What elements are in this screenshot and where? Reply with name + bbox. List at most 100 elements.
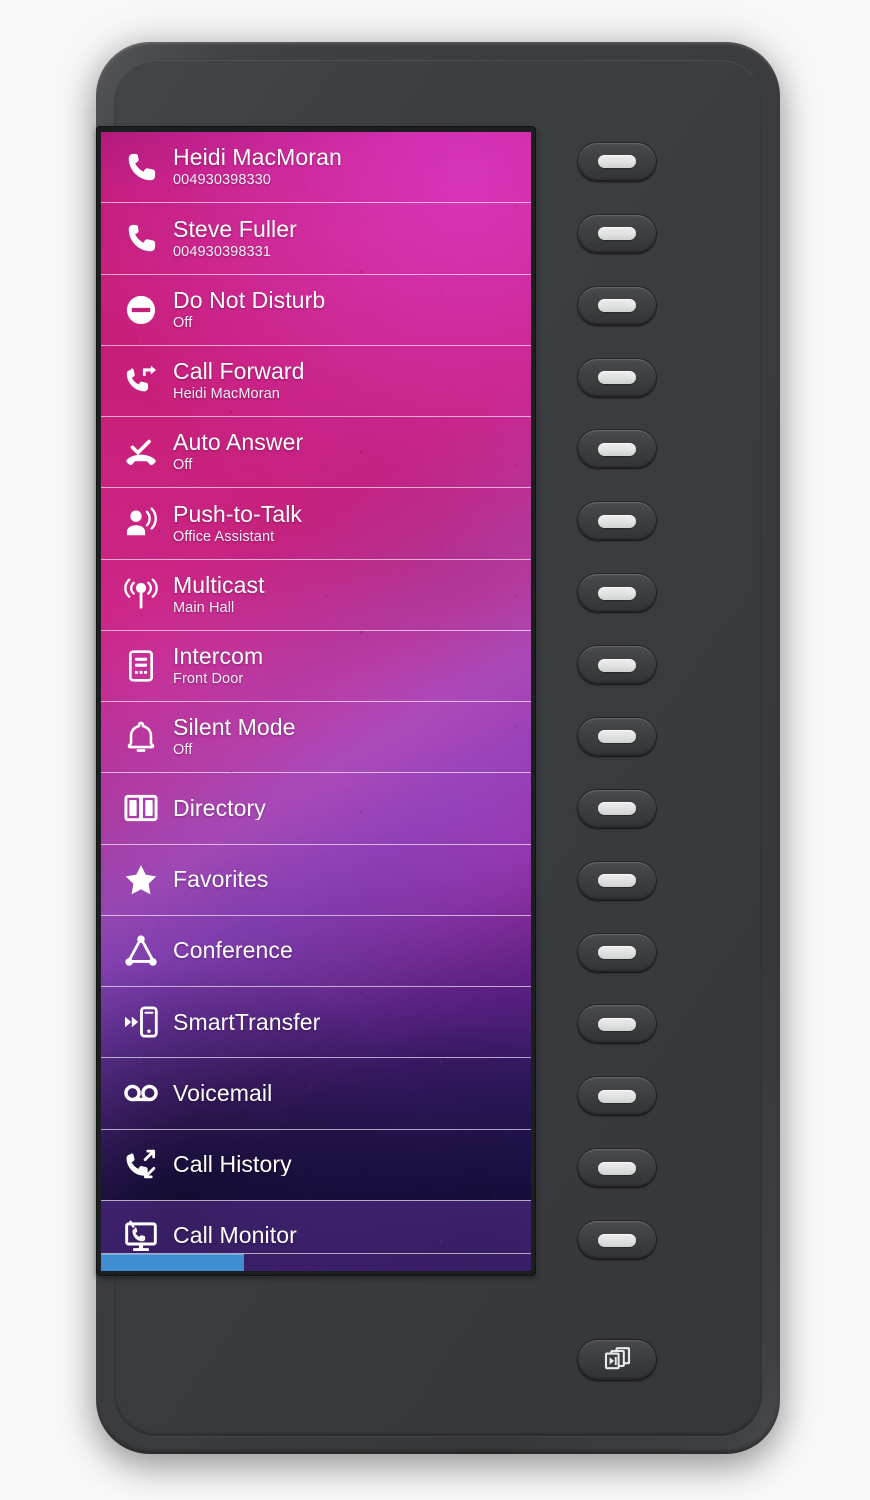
side-button[interactable] [578,358,656,397]
push-to-talk-icon [115,503,167,543]
function-key-row[interactable]: Voicemail [101,1057,531,1128]
function-key-row[interactable]: Intercom Front Door [101,629,531,701]
page-indicator-segment[interactable] [101,1254,245,1271]
side-button[interactable] [578,286,656,325]
function-key-row[interactable]: Steve Fuller 004930398331 [101,202,531,273]
function-key-title: Silent Mode [173,716,296,741]
page-indicator-segment[interactable] [388,1254,531,1271]
side-button-led-icon [598,514,636,528]
side-button[interactable] [578,1005,656,1044]
side-button[interactable] [578,1149,656,1188]
function-key-row[interactable]: Do Not Disturb Off [101,273,531,345]
side-button[interactable] [578,574,656,613]
side-button[interactable] [578,646,656,685]
side-button-led-icon [598,1161,636,1175]
function-key-subtitle: Off [173,457,193,473]
function-key-row[interactable]: Multicast Main Hall [101,558,531,630]
side-button[interactable] [578,214,656,253]
function-key-row[interactable]: Favorites [101,843,531,915]
intercom-icon [115,646,167,686]
function-key-row[interactable]: Call History [101,1128,531,1200]
function-key-title: Multicast [173,573,265,598]
favorites-icon [115,860,167,900]
function-key-text: Heidi MacMoran 004930398330 [173,146,342,188]
conference-icon [115,931,167,971]
function-key-text: Silent Mode Off [173,716,296,758]
side-button-led-icon [598,802,636,816]
side-button[interactable] [578,789,656,828]
side-button[interactable] [578,1221,656,1260]
function-key-title: Push-to-Talk [173,502,303,527]
side-button[interactable] [578,933,656,972]
function-key-title: Auto Answer [173,431,304,456]
function-key-text: Push-to-Talk Office Assistant [173,503,302,545]
side-button-led-icon [598,1017,636,1031]
function-key-title: Conference [173,939,293,963]
side-button[interactable] [578,430,656,469]
side-button-led-icon [598,299,636,313]
do-not-disturb-icon [115,290,167,330]
function-key-subtitle: 004930398331 [173,243,271,260]
function-key-subtitle: Off [173,742,193,758]
side-button[interactable] [578,1077,656,1116]
phone-icon [115,147,167,187]
function-key-text: Steve Fuller 004930398331 [173,218,297,260]
function-key-title: Call Monitor [173,1224,297,1248]
function-key-text: Intercom Front Door [173,645,263,687]
function-key-title: Do Not Disturb [173,288,326,313]
page-switch-icon [602,1345,632,1376]
side-button-led-icon [598,227,636,241]
side-button-led-icon [598,658,636,672]
function-key-title: Favorites [173,868,269,892]
function-key-row[interactable]: Heidi MacMoran 004930398330 [101,132,531,202]
function-key-subtitle: Heidi MacMoran [173,386,280,402]
function-key-row[interactable]: Call Forward Heidi MacMoran [101,344,531,416]
side-button-led-icon [598,1233,636,1247]
function-key-text: SmartTransfer [173,1011,320,1034]
function-key-text: Call History [173,1153,292,1176]
function-key-subtitle: Office Assistant [173,528,275,545]
page-indicator[interactable] [101,1253,531,1271]
side-button[interactable] [578,142,656,181]
function-key-row[interactable]: Conference [101,914,531,986]
function-key-title: SmartTransfer [173,1010,321,1034]
function-key-title: Steve Fuller [173,217,297,242]
function-key-text: Conference [173,939,293,962]
function-key-row[interactable]: Push-to-Talk Office Assistant [101,487,531,558]
lcd-screen[interactable]: Heidi MacMoran 004930398330 Steve Fuller 00… [101,132,531,1271]
side-button-led-icon [598,1089,636,1103]
function-key-list: Heidi MacMoran 004930398330 Steve Fuller 00… [101,132,531,1271]
function-key-text: Call Forward Heidi MacMoran [173,360,305,402]
function-key-title: Call History [173,1153,292,1177]
side-button-led-icon [598,874,636,888]
side-button[interactable] [578,861,656,900]
silent-mode-icon [115,717,167,757]
call-history-icon [115,1145,167,1185]
side-button-led-icon [598,946,636,960]
function-key-text: Directory [173,797,266,820]
side-button[interactable] [578,717,656,756]
side-button-led-icon [598,442,636,456]
function-key-title: Heidi MacMoran [173,146,342,171]
function-key-text: Do Not Disturb Off [173,289,325,331]
function-key-text: Multicast Main Hall [173,574,265,616]
side-button-led-icon [598,371,636,385]
directory-icon [115,788,167,828]
call-forward-icon [115,361,167,401]
function-key-title: Call Forward [173,360,305,385]
function-key-subtitle: Front Door [173,671,244,687]
page-indicator-segment[interactable] [244,1254,387,1271]
phone-icon [115,218,167,258]
function-key-row[interactable]: Silent Mode Off [101,701,531,772]
side-button[interactable] [578,502,656,541]
function-key-text: Call Monitor [173,1224,297,1247]
function-key-text: Favorites [173,868,268,891]
function-key-title: Voicemail [173,1081,273,1105]
function-key-subtitle: Off [173,314,193,331]
function-key-row[interactable]: Auto Answer Off [101,416,531,487]
function-key-row[interactable]: SmartTransfer [101,986,531,1057]
page-switch-button[interactable] [578,1340,656,1380]
function-key-row[interactable]: Directory [101,772,531,843]
function-key-text: Auto Answer Off [173,431,303,473]
function-key-title: Directory [173,796,266,820]
